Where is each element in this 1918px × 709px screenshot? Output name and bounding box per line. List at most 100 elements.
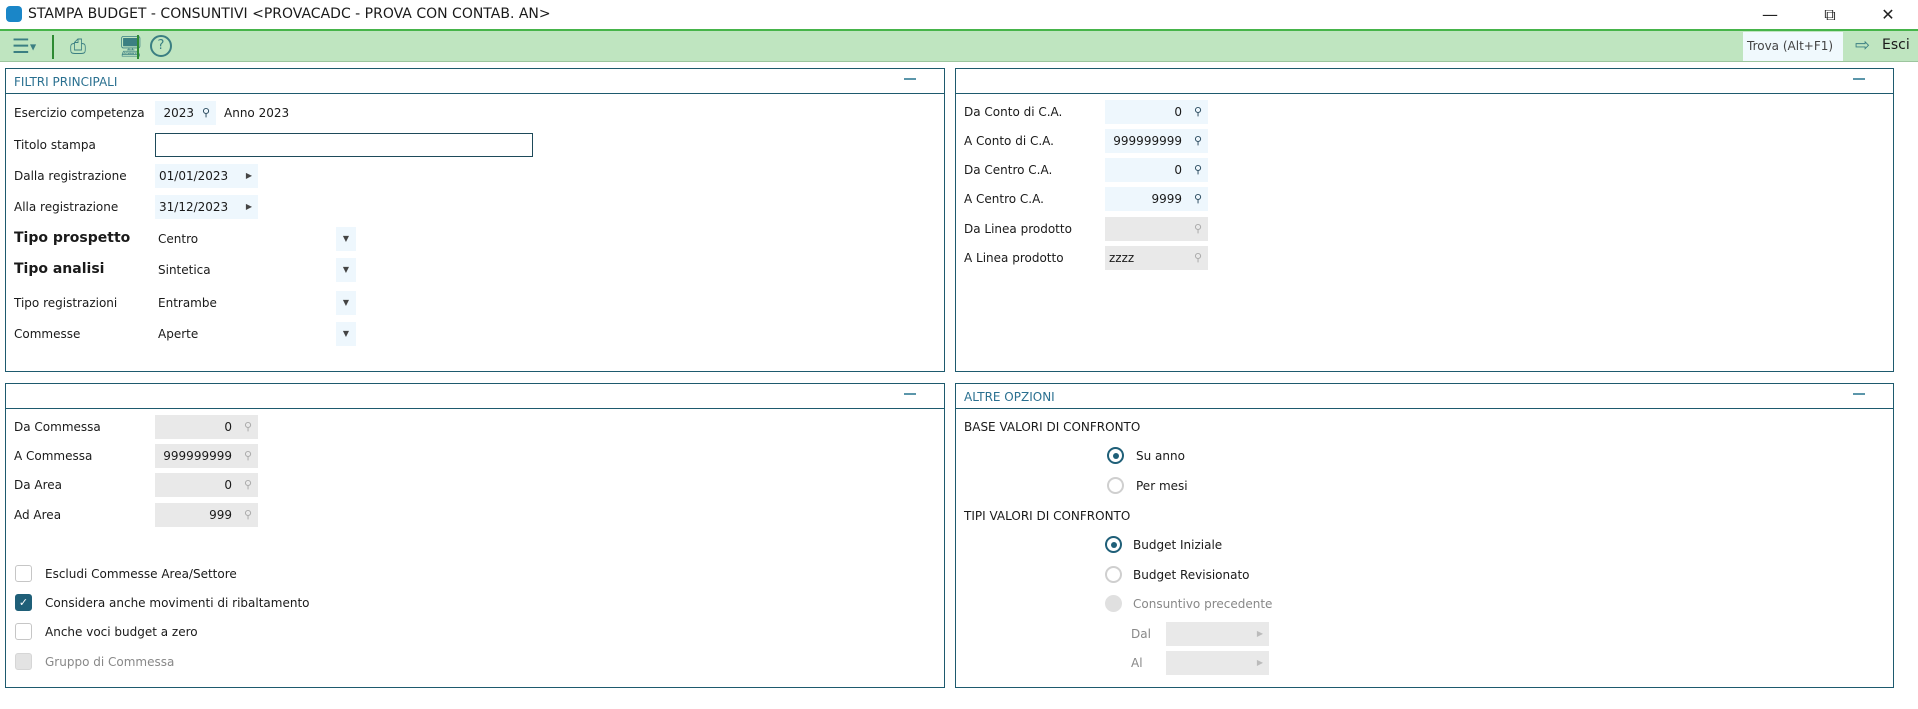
filtri-principali-panel: FILTRI PRINCIPALI Esercizio competenza 2… <box>5 68 945 372</box>
da-conto-input[interactable]: 0 ⚲ <box>1105 100 1208 124</box>
da-linea-input[interactable]: ⚲ <box>1105 217 1208 241</box>
a-centro-value: 9999 <box>1151 192 1182 206</box>
conti-panel: Da Conto di C.A. 0 ⚲ A Conto di C.A. 9999… <box>955 68 1894 372</box>
chevron-down-icon[interactable]: ▼ <box>336 258 356 282</box>
collapse-icon[interactable] <box>1853 393 1865 395</box>
su-anno-radio[interactable] <box>1107 447 1124 464</box>
altre-opzioni-panel: ALTRE OPZIONI BASE VALORI DI CONFRONTO S… <box>955 383 1894 688</box>
titolo-label: Titolo stampa <box>14 138 96 152</box>
search-icon[interactable]: ⚲ <box>202 101 210 125</box>
monitor-icon[interactable]: 🖥 <box>118 34 143 58</box>
printer-icon[interactable]: ⎙ <box>70 34 86 58</box>
arrow-right-icon[interactable]: ▶ <box>1257 622 1263 646</box>
commesse-label: Commesse <box>14 327 81 341</box>
budget-revisionato-radio[interactable] <box>1105 566 1122 583</box>
search-icon[interactable]: ⚲ <box>1194 100 1202 124</box>
collapse-icon[interactable] <box>1853 78 1865 80</box>
ad-area-value: 999 <box>209 508 232 522</box>
per-mesi-radio[interactable] <box>1107 477 1124 494</box>
a-commessa-input[interactable]: 999999999 ⚲ <box>155 444 258 468</box>
exit-icon[interactable]: ⇨ <box>1855 34 1870 58</box>
a-conto-input[interactable]: 999999999 ⚲ <box>1105 129 1208 153</box>
a-linea-label: A Linea prodotto <box>964 251 1064 265</box>
da-area-input[interactable]: 0 ⚲ <box>155 473 258 497</box>
esercizio-desc: Anno 2023 <box>224 106 290 120</box>
search-icon[interactable]: ⚲ <box>1194 217 1202 241</box>
a-conto-label: A Conto di C.A. <box>964 134 1054 148</box>
a-commessa-label: A Commessa <box>14 449 93 463</box>
tipo-prospetto-label: Tipo prospetto <box>14 230 131 246</box>
restore-button[interactable]: ⧉ <box>1810 4 1850 26</box>
search-icon[interactable]: ⚲ <box>244 415 252 439</box>
toolbar-separator <box>137 35 139 59</box>
dal-label: Dal <box>1131 627 1151 641</box>
da-commessa-input[interactable]: 0 ⚲ <box>155 415 258 439</box>
budget-revisionato-label: Budget Revisionato <box>1133 568 1250 582</box>
base-title: BASE VALORI DI CONFRONTO <box>964 420 1141 434</box>
al-input[interactable]: ▶ <box>1166 651 1269 675</box>
su-anno-label: Su anno <box>1136 449 1185 463</box>
da-commessa-value: 0 <box>224 420 232 434</box>
da-conto-label: Da Conto di C.A. <box>964 105 1063 119</box>
search-icon[interactable]: ⚲ <box>1194 158 1202 182</box>
budget-iniziale-radio[interactable] <box>1105 536 1122 553</box>
collapse-icon[interactable] <box>904 393 916 395</box>
panel-header <box>6 384 944 409</box>
search-icon[interactable]: ⚲ <box>1194 246 1202 270</box>
tipo-analisi-select[interactable]: Sintetica <box>158 262 211 278</box>
a-linea-input[interactable]: zzzz ⚲ <box>1105 246 1208 270</box>
help-icon[interactable]: ? <box>150 35 172 57</box>
exit-button[interactable]: Esci <box>1882 37 1910 53</box>
chevron-down-icon[interactable]: ▼ <box>336 227 356 251</box>
search-icon[interactable]: ⚲ <box>1194 129 1202 153</box>
tipi-title: TIPI VALORI DI CONFRONTO <box>964 509 1131 523</box>
ad-area-label: Ad Area <box>14 508 62 522</box>
arrow-right-icon[interactable]: ▶ <box>246 195 252 219</box>
escludi-checkbox[interactable] <box>15 565 32 582</box>
panel-header <box>956 69 1893 94</box>
collapse-icon[interactable] <box>904 78 916 80</box>
da-centro-input[interactable]: 0 ⚲ <box>1105 158 1208 182</box>
considera-label: Considera anche movimenti di ribaltament… <box>45 596 310 610</box>
panel-header: FILTRI PRINCIPALI <box>6 69 944 94</box>
a-centro-input[interactable]: 9999 ⚲ <box>1105 187 1208 211</box>
alla-input[interactable]: 31/12/2023 ▶ <box>155 195 258 219</box>
find-input[interactable]: Trova (Alt+F1) <box>1743 32 1843 61</box>
tipo-registrazioni-select[interactable]: Entrambe <box>158 295 217 311</box>
app-icon <box>6 6 22 22</box>
arrow-right-icon[interactable]: ▶ <box>246 164 252 188</box>
consuntivo-radio[interactable] <box>1105 595 1122 612</box>
tipo-prospetto-select[interactable]: Centro <box>158 231 198 247</box>
a-commessa-value: 999999999 <box>163 449 232 463</box>
search-icon[interactable]: ⚲ <box>244 444 252 468</box>
da-linea-label: Da Linea prodotto <box>964 222 1072 236</box>
window-title: STAMPA BUDGET - CONSUNTIVI <PROVACADC - … <box>28 6 551 22</box>
commesse-panel: Da Commessa 0 ⚲ A Commessa 999999999 ⚲ Da … <box>5 383 945 688</box>
minimize-button[interactable]: — <box>1750 4 1790 26</box>
da-centro-value: 0 <box>1174 163 1182 177</box>
dalla-input[interactable]: 01/01/2023 ▶ <box>155 164 258 188</box>
esercizio-input[interactable]: 2023 ⚲ <box>155 101 216 125</box>
ad-area-input[interactable]: 999 ⚲ <box>155 503 258 527</box>
search-icon[interactable]: ⚲ <box>244 473 252 497</box>
tipo-registrazioni-label: Tipo registrazioni <box>14 296 118 310</box>
esercizio-label: Esercizio competenza <box>14 106 145 120</box>
menu-icon[interactable]: ☰▼ <box>12 34 36 60</box>
voci-zero-checkbox[interactable] <box>15 623 32 640</box>
search-icon[interactable]: ⚲ <box>1194 187 1202 211</box>
panel-title: ALTRE OPZIONI <box>964 390 1055 404</box>
gruppo-label: Gruppo di Commessa <box>45 655 175 669</box>
search-icon[interactable]: ⚲ <box>244 503 252 527</box>
chevron-down-icon[interactable]: ▼ <box>336 291 356 315</box>
toolbar-separator <box>52 35 54 59</box>
toolbar: ☰▼ ⎙ 🖥 ? Trova (Alt+F1) ⇨ Esci <box>0 29 1918 62</box>
budget-iniziale-label: Budget Iniziale <box>1133 538 1223 552</box>
dal-input[interactable]: ▶ <box>1166 622 1269 646</box>
chevron-down-icon[interactable]: ▼ <box>336 322 356 346</box>
commesse-select[interactable]: Aperte <box>158 326 198 342</box>
titolo-input[interactable] <box>155 133 533 157</box>
gruppo-checkbox[interactable] <box>15 653 32 670</box>
considera-checkbox[interactable]: ✓ <box>15 594 32 611</box>
close-button[interactable]: ✕ <box>1868 4 1908 26</box>
arrow-right-icon[interactable]: ▶ <box>1257 651 1263 675</box>
